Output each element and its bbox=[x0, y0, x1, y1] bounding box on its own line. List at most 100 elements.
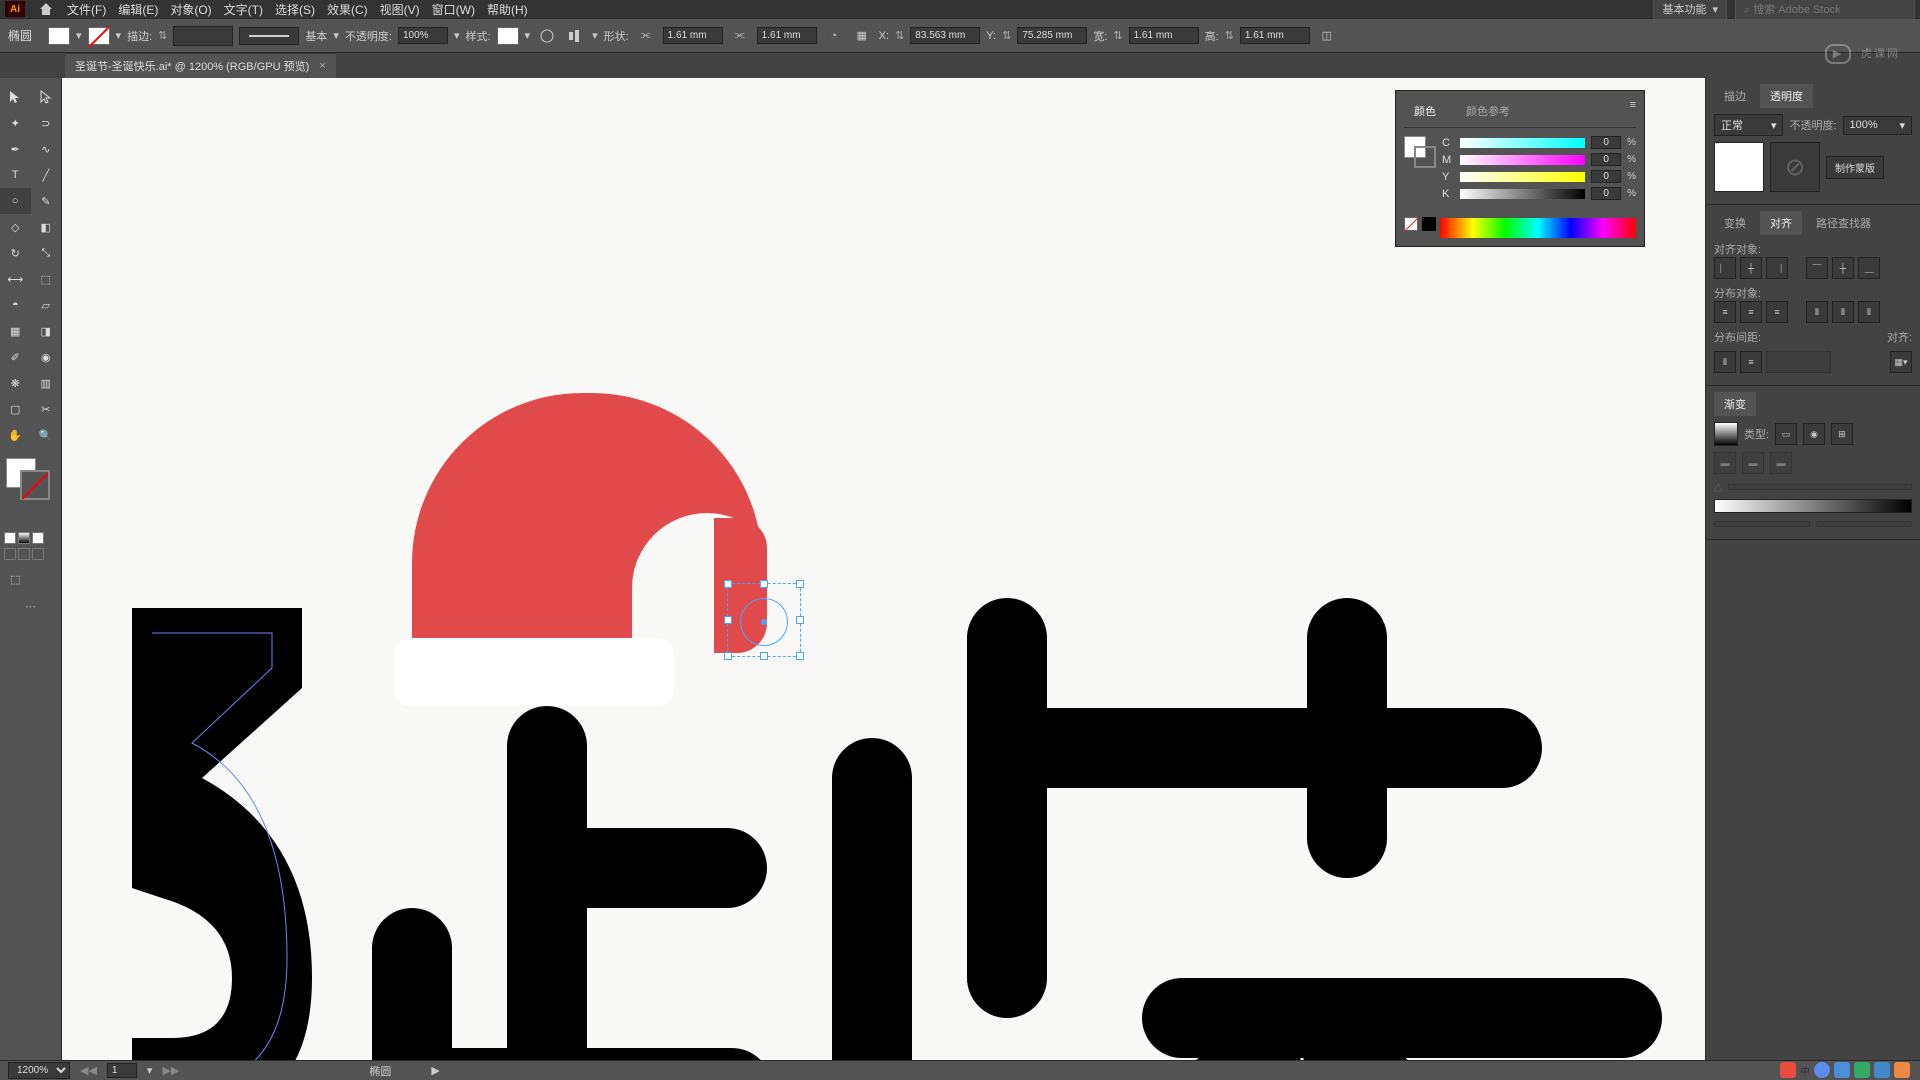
stepper-icon[interactable]: ⇅ bbox=[1002, 29, 1011, 42]
tab-gradient[interactable]: 渐变 bbox=[1714, 392, 1756, 416]
stepper-icon[interactable]: ⇅ bbox=[1113, 29, 1122, 42]
ime-indicator[interactable]: 中 bbox=[1800, 1063, 1810, 1078]
chevron-down-icon[interactable]: ▾ bbox=[525, 29, 531, 42]
color-mode[interactable] bbox=[4, 532, 16, 544]
ellipse-tool[interactable]: ○ bbox=[0, 188, 31, 214]
tray-icon-6[interactable] bbox=[1894, 1062, 1910, 1078]
zoom-dropdown[interactable]: 1200% bbox=[8, 1062, 70, 1079]
dist-left[interactable]: ⦀ bbox=[1806, 301, 1828, 323]
align-left[interactable]: ⎸ bbox=[1714, 257, 1736, 279]
edit-toolbar[interactable]: ⋯ bbox=[0, 600, 61, 613]
artboard-number[interactable] bbox=[107, 1063, 137, 1078]
slice-tool[interactable]: ✂ bbox=[31, 396, 62, 422]
opacity-value-dropdown[interactable]: 100%▾ bbox=[1843, 116, 1912, 135]
dist-right[interactable]: ⦀ bbox=[1858, 301, 1880, 323]
k-slider[interactable] bbox=[1460, 189, 1585, 199]
chevron-down-icon[interactable]: ▾ bbox=[116, 29, 122, 42]
none-mode[interactable] bbox=[32, 532, 44, 544]
panel-stroke-box[interactable] bbox=[1414, 146, 1436, 168]
width-tool[interactable]: ⟷ bbox=[0, 266, 31, 292]
close-icon[interactable]: × bbox=[319, 60, 325, 72]
stroke-weight-stepper[interactable]: ⇅ bbox=[158, 29, 167, 42]
w-input[interactable] bbox=[1129, 27, 1199, 44]
draw-inside[interactable] bbox=[32, 548, 44, 560]
fill-stroke-indicator[interactable] bbox=[0, 456, 61, 506]
pen-tool[interactable]: ✒ bbox=[0, 136, 31, 162]
tray-icon-1[interactable] bbox=[1780, 1062, 1796, 1078]
align-icon[interactable] bbox=[564, 25, 586, 47]
menu-object[interactable]: 对象(O) bbox=[170, 1, 211, 18]
zoom-tool[interactable]: 🔍 bbox=[31, 422, 62, 448]
stroke-swatch[interactable] bbox=[88, 27, 110, 45]
menu-view[interactable]: 视图(V) bbox=[380, 1, 420, 18]
gradient-slider[interactable] bbox=[1714, 499, 1912, 513]
menu-select[interactable]: 选择(S) bbox=[275, 1, 315, 18]
shape-link-icon[interactable]: ⫘ bbox=[635, 25, 657, 47]
y-input[interactable] bbox=[1017, 27, 1087, 44]
draw-behind[interactable] bbox=[18, 548, 30, 560]
black-swatch[interactable] bbox=[1422, 217, 1436, 231]
stepper-icon[interactable]: ⇅ bbox=[1225, 29, 1234, 42]
tray-icon-4[interactable] bbox=[1854, 1062, 1870, 1078]
m-slider[interactable] bbox=[1460, 155, 1585, 165]
gradient-mode[interactable] bbox=[18, 532, 30, 544]
none-swatch[interactable] bbox=[1404, 217, 1418, 231]
shaper-tool[interactable]: ◇ bbox=[0, 214, 31, 240]
align-hcenter[interactable]: ┼ bbox=[1740, 257, 1762, 279]
align-bottom[interactable]: ⎽ bbox=[1858, 257, 1880, 279]
dist-top[interactable]: ≡ bbox=[1714, 301, 1736, 323]
linear-gradient-icon[interactable]: ▭ bbox=[1775, 423, 1797, 445]
status-menu[interactable]: ▶ bbox=[431, 1064, 439, 1077]
recolor-icon[interactable] bbox=[536, 25, 558, 47]
stock-search[interactable]: ⌕ 搜索 Adobe Stock bbox=[1735, 0, 1915, 20]
menu-type[interactable]: 文字(T) bbox=[224, 1, 263, 18]
brush-definition[interactable] bbox=[239, 27, 299, 45]
tab-pathfinder[interactable]: 路径查找器 bbox=[1806, 211, 1881, 235]
magic-wand-tool[interactable]: ✦ bbox=[0, 110, 31, 136]
eraser-tool[interactable]: ◧ bbox=[31, 214, 62, 240]
symbol-sprayer-tool[interactable]: ❋ bbox=[0, 370, 31, 396]
h-input[interactable] bbox=[1240, 27, 1310, 44]
mask-thumbnail[interactable]: ⊘ bbox=[1770, 142, 1820, 192]
panel-menu-icon[interactable]: ≡ bbox=[1630, 99, 1636, 123]
workspace-switcher[interactable]: 基本功能 ▾ bbox=[1653, 0, 1727, 20]
stroke-weight-dropdown[interactable] bbox=[173, 26, 233, 46]
line-tool[interactable]: ╱ bbox=[31, 162, 62, 188]
chevron-down-icon[interactable]: ▾ bbox=[76, 29, 82, 42]
free-transform-tool[interactable]: ⬚ bbox=[31, 266, 62, 292]
y-slider[interactable] bbox=[1460, 172, 1585, 182]
opacity-input[interactable] bbox=[398, 27, 448, 44]
chevron-down-icon[interactable]: ▾ bbox=[454, 29, 460, 42]
x-input[interactable] bbox=[910, 27, 980, 44]
gradient-tool[interactable]: ◨ bbox=[31, 318, 62, 344]
fill-swatch[interactable] bbox=[48, 27, 70, 45]
shape-h-input[interactable] bbox=[757, 27, 817, 44]
align-top[interactable]: ⎺ bbox=[1806, 257, 1828, 279]
eyedropper-tool[interactable]: ✐ bbox=[0, 344, 31, 370]
screen-mode[interactable]: ⬚ bbox=[0, 566, 31, 592]
shape-builder-tool[interactable]: ◓ bbox=[0, 292, 31, 318]
shape-link-icon[interactable]: ⫘ bbox=[729, 25, 751, 47]
color-panel[interactable]: 颜色 颜色参考 ≡ C% M% Y% K% bbox=[1395, 90, 1645, 247]
menu-edit[interactable]: 编辑(E) bbox=[118, 1, 158, 18]
chevron-down-icon[interactable]: ▾ bbox=[592, 29, 598, 42]
menu-help[interactable]: 帮助(H) bbox=[487, 1, 528, 18]
menu-file[interactable]: 文件(F) bbox=[67, 1, 106, 18]
stroke-color-box[interactable] bbox=[20, 470, 50, 500]
document-tab[interactable]: 圣诞节-圣诞快乐.ai* @ 1200% (RGB/GPU 预览) × bbox=[65, 53, 336, 78]
c-slider[interactable] bbox=[1460, 138, 1585, 148]
align-to-dropdown[interactable]: ▦▾ bbox=[1890, 351, 1912, 373]
chevron-down-icon[interactable]: ▾ bbox=[333, 29, 339, 42]
selection-tool[interactable] bbox=[0, 84, 31, 110]
hand-tool[interactable]: ✋ bbox=[0, 422, 31, 448]
paintbrush-tool[interactable]: ✎ bbox=[31, 188, 62, 214]
perspective-tool[interactable]: ▱ bbox=[31, 292, 62, 318]
rotate-tool[interactable]: ↻ bbox=[0, 240, 31, 266]
tab-transparency[interactable]: 透明度 bbox=[1760, 84, 1813, 108]
dist-hcenter[interactable]: ⦀ bbox=[1832, 301, 1854, 323]
curvature-tool[interactable]: ∿ bbox=[31, 136, 62, 162]
spectrum-picker[interactable] bbox=[1440, 218, 1636, 238]
menu-window[interactable]: 窗口(W) bbox=[432, 1, 475, 18]
type-tool[interactable]: T bbox=[0, 162, 31, 188]
dist-vcenter[interactable]: ≡ bbox=[1740, 301, 1762, 323]
